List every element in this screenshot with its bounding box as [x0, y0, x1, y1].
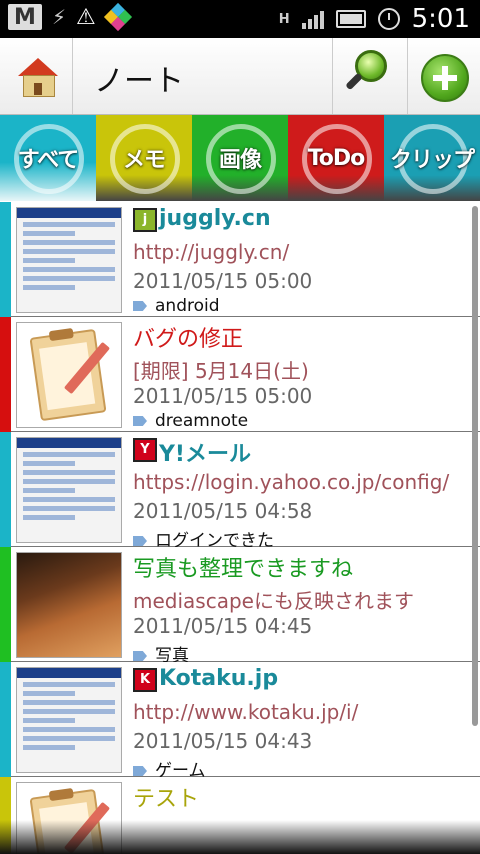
category-color-bar — [0, 202, 11, 317]
site-favicon-icon: Y — [133, 438, 157, 462]
note-date: 2011/05/15 04:58 — [133, 499, 313, 523]
note-thumbnail — [16, 207, 122, 313]
tab-image[interactable]: 画像 — [192, 115, 288, 201]
note-subtitle: mediascapeにも反映されます — [133, 589, 414, 613]
tab-label: 画像 — [218, 148, 262, 173]
note-subtitle: https://login.yahoo.co.jp/config/ — [133, 470, 450, 494]
note-row[interactable]: Y Y!メール https://login.yahoo.co.jp/config/2… — [0, 432, 480, 551]
signal-icon — [301, 9, 324, 29]
note-row[interactable]: 写真も整理できますね mediascapeにも反映されます 2011/05/15 0… — [0, 547, 480, 666]
bottom-fade — [0, 820, 480, 854]
battery-icon — [335, 10, 366, 28]
home-button[interactable] — [0, 38, 73, 114]
tab-clip[interactable]: クリップ — [384, 115, 480, 201]
category-color-bar — [0, 662, 11, 777]
status-bar: M ⚡ ⚠ H 5:01 — [0, 0, 480, 38]
add-icon — [421, 54, 469, 102]
note-list: j juggly.cn http://juggly.cn/2011/05/15 05… — [0, 202, 480, 854]
note-title: Kotaku.jp — [159, 666, 279, 691]
note-date: 2011/05/15 05:00 — [133, 384, 313, 408]
tag-icon — [133, 416, 147, 426]
clock: 5:01 — [411, 4, 470, 34]
note-tag: android — [133, 296, 220, 316]
tag-icon — [133, 651, 147, 661]
tab-label: すべて — [17, 148, 80, 173]
category-color-bar — [0, 432, 11, 547]
category-color-bar — [0, 547, 11, 662]
note-date: 2011/05/15 04:45 — [133, 614, 313, 638]
note-tag: dreamnote — [133, 411, 248, 431]
note-title: juggly.cn — [159, 206, 271, 231]
tag-label: dreamnote — [155, 411, 249, 431]
tab-label: クリップ — [389, 148, 475, 173]
note-subtitle: [期限] 5月14日(土) — [133, 359, 309, 383]
note-subtitle: http://juggly.cn/ — [133, 240, 290, 264]
category-tabs: すべて メモ 画像 ToDo クリップ — [0, 115, 480, 201]
tab-all[interactable]: すべて — [0, 115, 96, 201]
app-icon — [103, 2, 132, 32]
add-note-button[interactable] — [407, 38, 480, 114]
gmail-icon: M — [8, 4, 42, 30]
site-favicon-icon: j — [133, 208, 157, 232]
note-title: Y!メール — [159, 442, 251, 467]
warning-icon: ⚠ — [76, 4, 96, 30]
house-icon — [18, 58, 58, 97]
tab-todo[interactable]: ToDo — [288, 115, 384, 201]
search-icon — [345, 50, 393, 100]
app-bar: ノート — [0, 38, 480, 115]
note-thumbnail — [16, 667, 122, 773]
tag-icon — [133, 536, 147, 546]
alarm-icon — [377, 8, 400, 30]
search-button[interactable] — [332, 38, 408, 114]
note-row[interactable]: バグの修正 [期限] 5月14日(土) 2011/05/15 05:00 dreamn… — [0, 317, 480, 432]
note-title: 写真も整理できますね — [133, 557, 354, 582]
scrollbar[interactable] — [472, 206, 478, 726]
note-title: バグの修正 — [133, 327, 244, 352]
usb-icon: ⚡ — [52, 5, 67, 29]
category-color-bar — [0, 317, 11, 432]
tab-label: ToDo — [307, 145, 366, 171]
note-thumbnail — [16, 437, 122, 543]
note-thumbnail — [16, 552, 122, 658]
tag-icon — [133, 766, 147, 776]
note-thumbnail — [16, 322, 122, 428]
site-favicon-icon: K — [133, 668, 157, 692]
note-row[interactable]: K Kotaku.jp http://www.kotaku.jp/i/2011/05… — [0, 662, 480, 781]
note-row[interactable]: j juggly.cn http://juggly.cn/2011/05/15 05… — [0, 202, 480, 317]
note-date: 2011/05/15 05:00 — [133, 269, 313, 293]
tag-icon — [133, 301, 147, 311]
network-type: H — [278, 11, 290, 27]
note-date: 2011/05/15 04:43 — [133, 729, 313, 753]
tag-label: android — [155, 296, 220, 316]
tab-memo[interactable]: メモ — [96, 115, 192, 201]
note-title: テスト — [133, 787, 200, 812]
page-title: ノート — [94, 64, 184, 99]
tab-label: メモ — [122, 148, 166, 173]
note-subtitle: http://www.kotaku.jp/i/ — [133, 700, 359, 724]
